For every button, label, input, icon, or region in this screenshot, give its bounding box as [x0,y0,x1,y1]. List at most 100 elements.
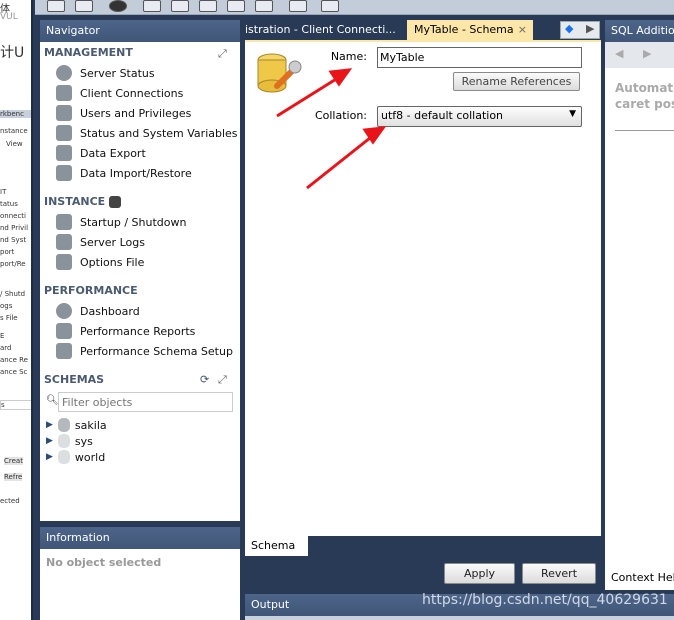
schema-item[interactable]: ▶ sakila [46,418,107,432]
tab-client-connections[interactable]: istration - Client Connecti... [245,20,405,40]
nav-data-import[interactable]: Data Import/Restore [56,165,192,181]
fragment-text: nd Privil [0,224,29,232]
create-procedure-icon[interactable] [227,0,245,12]
help-text-line1: Automati [615,81,674,95]
tab-scroll-buttons: ◆ ▶ [560,21,600,39]
nav-status-variables[interactable]: Status and System Variables [56,125,238,141]
tab-label: MyTable - Schema [414,23,514,36]
expand-icon[interactable]: ⤢ [218,373,227,387]
nav-performance-schema-setup[interactable]: Performance Schema Setup [56,343,233,359]
nav-label: Dashboard [80,304,140,318]
navigator-header: Navigator [40,20,240,42]
close-icon[interactable]: × [518,20,527,40]
nav-label: Status and System Variables [80,126,238,140]
open-file-icon[interactable] [75,0,93,12]
database-icon [57,418,70,432]
tab-schema[interactable]: Schema [245,535,308,556]
reconnect-icon[interactable] [321,0,339,12]
performance-heading: PERFORMANCE [44,284,138,297]
instance-title: INSTANCE [44,195,106,208]
revert-button[interactable]: Revert [522,563,596,584]
create-function-icon[interactable] [255,0,273,12]
database-icon [57,434,70,448]
gear-icon [56,343,72,359]
schema-editor: Name: Rename References Collation: utf8 … [245,40,601,536]
nav-dashboard[interactable]: Dashboard [56,303,140,319]
information-header: Information [40,527,240,549]
information-panel: Information No object selected [40,527,240,620]
scroll-right-icon[interactable]: ▶ [586,22,594,35]
nav-label: Options File [80,255,145,269]
sql-additions-panel: SQL Additions ◀ ▶ Automati caret pos Con… [605,20,674,590]
schema-item[interactable]: ▶ sys [46,434,93,448]
expand-arrow-icon[interactable]: ▶ [46,452,53,462]
divider [615,130,674,131]
fragment-text: port [0,248,15,256]
fragment-text: IT [0,188,7,196]
fragment-text: ogs [0,302,13,310]
fragment-text: nd Syst [0,236,27,244]
fragment-text: s [0,400,31,410]
nav-server-status[interactable]: Server Status [56,65,155,81]
nav-label: Client Connections [80,86,184,100]
apply-button[interactable]: Apply [444,563,515,584]
main-toolbar [35,0,674,15]
forward-icon[interactable]: ▶ [643,47,651,60]
nav-label: Startup / Shutdown [80,215,187,229]
tab-mytable-schema[interactable]: MyTable - Schema × [407,20,533,40]
schema-item[interactable]: ▶ world [46,450,105,464]
fragment-text: nstance [0,127,28,135]
nav-data-export[interactable]: Data Export [56,145,146,161]
nav-label: Data Export [80,146,146,160]
user-icon [56,105,72,121]
instance-icon [109,196,122,208]
nav-server-logs[interactable]: Server Logs [56,234,145,250]
information-text: No object selected [46,556,162,569]
fragment-text: E [0,332,5,340]
nav-startup-shutdown[interactable]: Startup / Shutdown [56,214,186,230]
fragment-text: / Shutd [0,290,26,298]
play-icon [56,214,72,230]
help-text-line2: caret pos [615,97,674,111]
nav-label: Server Status [80,66,155,80]
nav-performance-reports[interactable]: Performance Reports [56,323,195,339]
wrench-icon [56,254,72,270]
nav-label: Server Logs [80,235,145,249]
filter-objects-input[interactable] [58,392,233,412]
nav-users-privileges[interactable]: Users and Privileges [56,105,191,121]
expand-icon[interactable]: ⤢ [218,47,227,61]
database-network-icon [56,85,72,101]
create-table-icon[interactable] [171,0,189,12]
gauge-icon [56,303,72,319]
play-circle-icon [56,65,72,81]
background-window-fragment: 体 VUL 计U rkbenc nstance View IT tatus on… [0,0,33,620]
fragment-text: ected [0,497,20,505]
fragment-button[interactable]: Creat [4,457,23,465]
create-schema-icon[interactable] [143,0,161,12]
refresh-icon[interactable]: ⟳ [200,373,209,386]
fragment-text: VUL [0,12,18,22]
watermark: https://blog.csdn.net/qq_40629631 [422,592,668,608]
context-help-tab[interactable]: Context Help [611,571,674,584]
create-view-icon[interactable] [199,0,217,12]
editor-tabs: istration - Client Connecti... MyTable -… [245,20,601,40]
expand-arrow-icon[interactable]: ▶ [46,436,53,446]
schema-label: sys [74,434,93,448]
search-table-icon[interactable] [289,0,307,12]
management-heading: MANAGEMENT [44,46,133,59]
info-icon[interactable] [109,0,127,12]
back-icon[interactable]: ◀ [615,47,623,60]
fragment-text: onnecti [0,212,27,220]
nav-options-file[interactable]: Options File [56,254,144,270]
warning-icon [56,234,72,250]
expand-arrow-icon[interactable]: ▶ [46,420,53,430]
navigator-panel: Navigator MANAGEMENT ⤢ Server Status Cli… [40,20,240,521]
annotation-arrows [276,68,387,190]
scroll-left-icon[interactable]: ◆ [565,22,573,35]
fragment-button[interactable]: Refre [4,473,23,481]
sql-additions-header: SQL Additions [605,20,674,42]
new-query-icon[interactable] [47,0,65,12]
nav-label: Performance Reports [80,324,196,338]
nav-client-connections[interactable]: Client Connections [56,85,183,101]
fragment-text: ard [0,344,12,352]
